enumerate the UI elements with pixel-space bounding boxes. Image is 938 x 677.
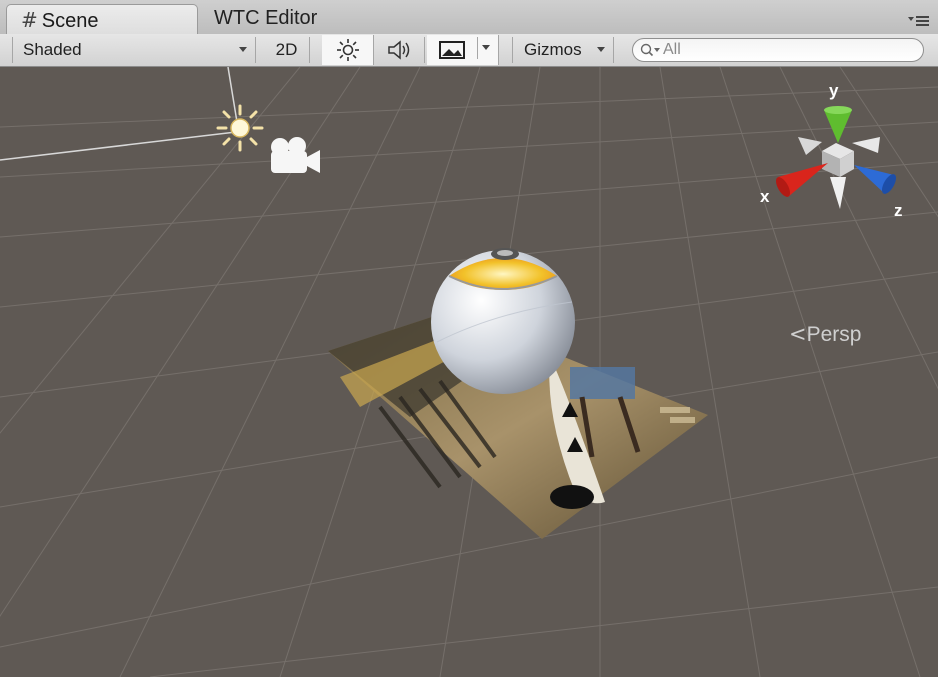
scene-viewport[interactable]: y x z <Persp: [0, 67, 938, 677]
gizmo-y-label: y: [829, 81, 839, 100]
orientation-gizmo[interactable]: [770, 97, 910, 227]
search-placeholder: All: [663, 41, 681, 58]
speaker-icon: [387, 40, 409, 60]
grid-hash-icon: #: [21, 8, 38, 32]
image-icon: [439, 41, 465, 59]
scene-effects-dropdown[interactable]: [427, 35, 499, 65]
tab-scene-label: Scene: [41, 10, 99, 32]
projection-label: Persp: [806, 323, 862, 346]
tab-wtc-editor-label: WTC Editor: [214, 7, 318, 29]
gizmo-z-label: z: [894, 201, 903, 220]
tab-scene[interactable]: # Scene: [6, 4, 198, 34]
render-mode-dropdown[interactable]: Shaded: [12, 37, 256, 63]
light-direction-line: [0, 131, 237, 161]
gizmo-negy-cone: [830, 177, 846, 209]
camera-icon[interactable]: [266, 135, 324, 179]
gizmo-y-cone: [824, 110, 852, 143]
divider: [477, 37, 478, 59]
sphere-object[interactable]: [427, 242, 579, 397]
projection-toggle[interactable]: <Persp: [789, 322, 861, 347]
panel-menu-icon[interactable]: [908, 14, 930, 28]
chevron-left-icon: <: [789, 322, 807, 346]
scene-audio-toggle[interactable]: [375, 37, 425, 63]
gizmo-negx-cone: [852, 137, 880, 153]
chevron-down-icon: [239, 47, 247, 52]
chevron-down-icon: [482, 45, 490, 50]
gizmo-negz-cone: [798, 137, 822, 155]
sun-icon: [336, 39, 359, 61]
scene-toolbar: Shaded 2D Gizmos All: [0, 34, 938, 67]
chevron-down-icon: [597, 47, 605, 52]
tab-bar: # Scene WTC Editor: [0, 0, 938, 35]
search-icon: [640, 43, 660, 57]
gizmos-label: Gizmos: [524, 40, 582, 59]
directional-light-icon[interactable]: [214, 102, 266, 154]
2d-toggle-button[interactable]: 2D: [264, 37, 310, 63]
render-mode-label: Shaded: [23, 40, 82, 59]
tab-wtc-editor[interactable]: WTC Editor: [200, 4, 360, 34]
2d-label: 2D: [275, 40, 298, 59]
gizmo-x-label: x: [760, 187, 770, 206]
gizmos-dropdown[interactable]: Gizmos: [512, 37, 614, 63]
hierarchy-search-input[interactable]: All: [632, 38, 924, 62]
scene-lighting-toggle[interactable]: [322, 35, 374, 65]
